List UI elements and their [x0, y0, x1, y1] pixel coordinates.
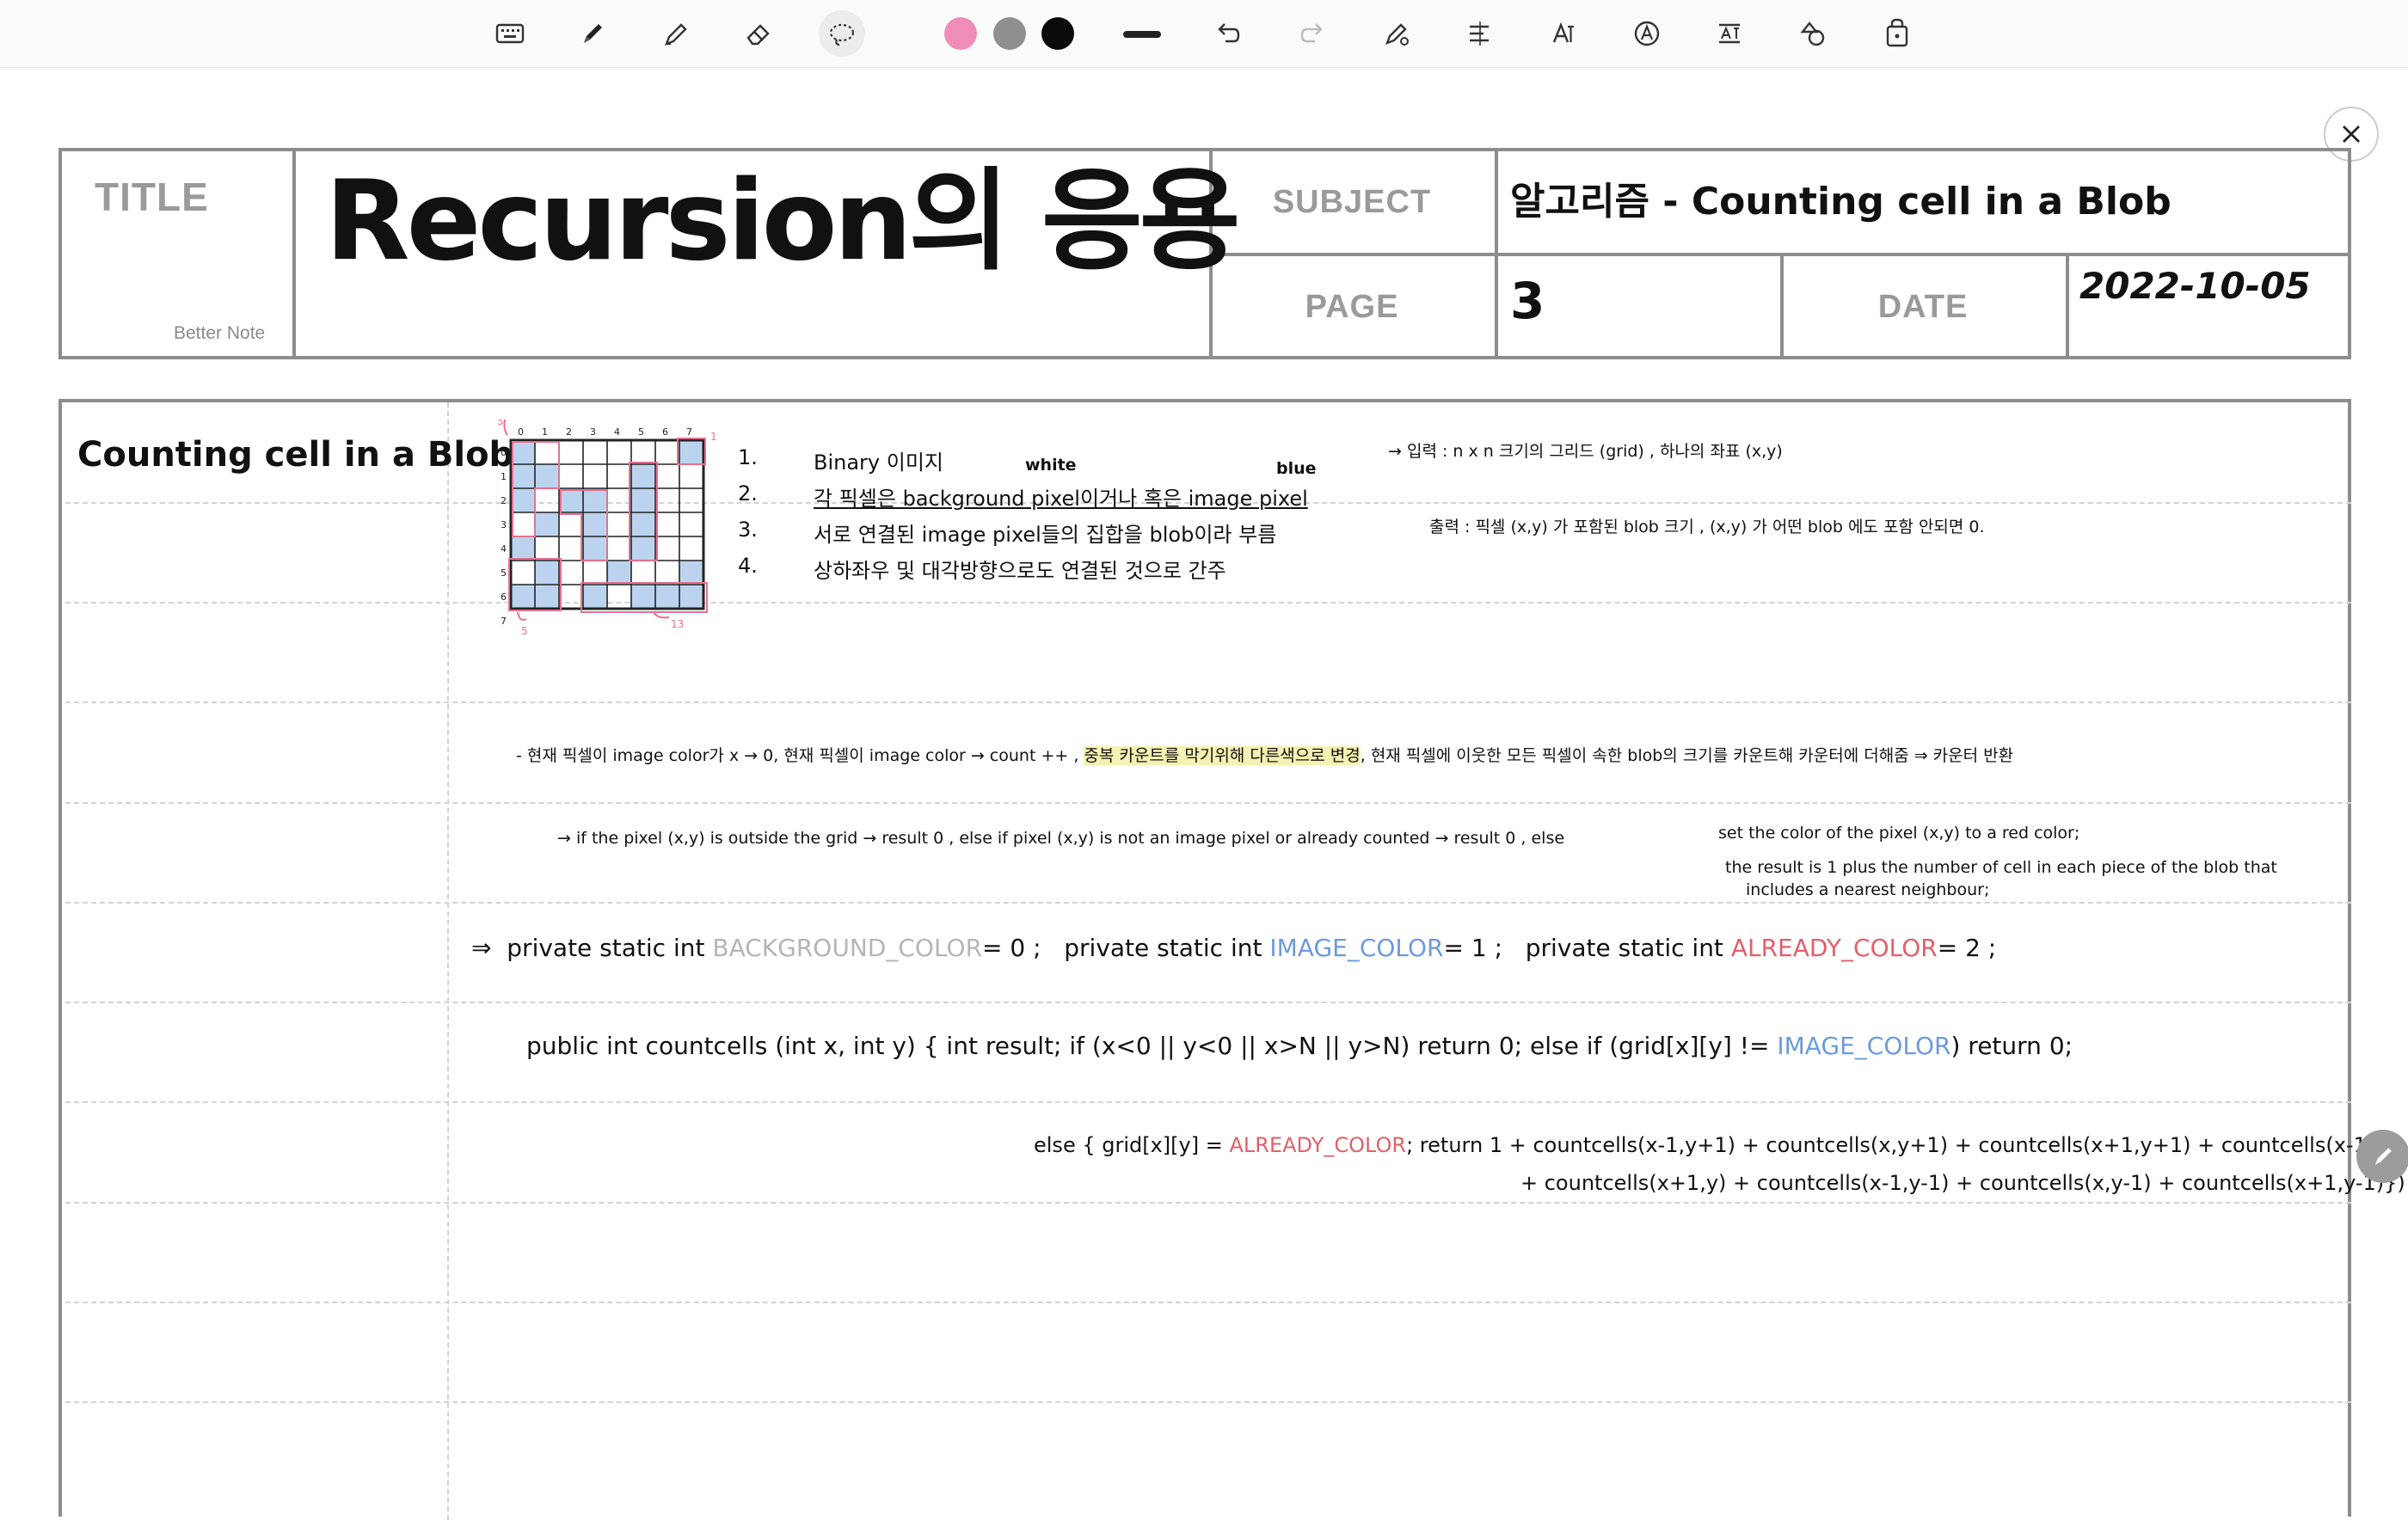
text-recognition-icon[interactable]	[1706, 10, 1753, 57]
color-swatch-grey[interactable]	[993, 17, 1026, 50]
ink-to-text-icon[interactable]	[1457, 10, 1503, 57]
output-description[interactable]: 출력 : 픽셀 (x,y) 가 포함된 blob 크기 , (x,y) 가 어떤…	[1429, 514, 1985, 537]
highlighter-icon[interactable]	[653, 10, 699, 57]
brand-label: Better Note	[174, 323, 266, 343]
list-num-2: 2.	[738, 481, 758, 506]
pen-settings-icon[interactable]	[1373, 10, 1420, 57]
grid-row-label: 3	[501, 519, 507, 530]
grid-row-label: 2	[501, 495, 507, 506]
grid-annotation: 5	[521, 625, 528, 637]
code-constants-line[interactable]: ⇒ private static int BACKGROUND_COLOR= 0…	[471, 934, 1996, 962]
lasso-icon[interactable]	[819, 10, 865, 57]
color-swatch-pink[interactable]	[944, 17, 977, 50]
code-return-line[interactable]: + countcells(x+1,y) + countcells(x-1,y-1…	[1520, 1171, 2405, 1195]
list-num-3: 3.	[738, 518, 758, 542]
grid-annotation: 5	[497, 420, 504, 427]
grid-row-label: 1	[501, 471, 507, 482]
grid-annotation: 1	[710, 431, 717, 443]
code-function-line[interactable]: public int countcells (int x, int y) { i…	[526, 1032, 2073, 1060]
cue-column-divider	[447, 402, 449, 1520]
header-table: TITLE Better Note Recursion의 응용 SUBJECT …	[58, 148, 2351, 359]
code-else-line[interactable]: else { grid[x][y] = ALREADY_COLOR; retur…	[1034, 1133, 2393, 1157]
title-label: TITLE	[95, 175, 209, 219]
grid-col-label: 5	[638, 426, 644, 438]
subject-value[interactable]: 알고리즘 - Counting cell in a Blob	[1510, 170, 2172, 225]
list-item-1[interactable]: Binary 이미지	[814, 445, 943, 475]
pseudocode-else-2[interactable]: the result is 1 plus the number of cell …	[1725, 858, 2277, 877]
grid-col-label: 7	[686, 426, 692, 438]
subject-label: SUBJECT	[1272, 184, 1432, 220]
page-value[interactable]: 3	[1510, 272, 1545, 330]
floating-pen-button[interactable]	[2356, 1130, 2408, 1183]
list-item-3[interactable]: 서로 연결된 image pixel들의 집합을 blob이라 부름	[814, 518, 1276, 548]
grid-col-label: 3	[590, 426, 596, 438]
list-item-2[interactable]: 각 픽셀은 background pixel이거나 혹은 image pixel	[814, 481, 1308, 512]
grid-row-label: 4	[501, 543, 507, 555]
date-value[interactable]: 2022-10-05	[2079, 265, 2311, 307]
page-title[interactable]: Recursion의 응용	[325, 167, 1240, 277]
list-num-1: 1.	[738, 445, 758, 469]
grid-annotation: 13	[671, 618, 684, 630]
grid-row-label: 5	[501, 567, 507, 579]
cue-heading[interactable]: Counting cell in a Blob	[77, 435, 513, 475]
close-icon	[2343, 126, 2360, 143]
pseudocode-line-1[interactable]: → if the pixel (x,y) is outside the grid…	[557, 829, 1564, 848]
toolbar	[0, 0, 2408, 68]
page-label: PAGE	[1305, 289, 1399, 325]
list-num-4: 4.	[738, 554, 758, 578]
keyboard-icon[interactable]	[487, 10, 533, 57]
list-item-4[interactable]: 상하좌우 및 대각방향으로도 연결된 것으로 간주	[814, 554, 1226, 584]
color-swatch-black[interactable]	[1041, 17, 1074, 50]
redo-icon[interactable]	[1290, 10, 1336, 57]
input-description[interactable]: → 입력 : n x n 크기의 그리드 (grid) , 하나의 좌표 (x,…	[1388, 438, 1783, 462]
eraser-icon[interactable]	[735, 10, 782, 57]
annotation-white: white	[1025, 456, 1077, 475]
undo-icon[interactable]	[1204, 10, 1250, 57]
pseudocode-else-3[interactable]: includes a nearest neighbour;	[1746, 880, 1989, 899]
pen-icon[interactable]	[569, 10, 616, 57]
grid-row-label: 0	[501, 447, 507, 458]
grid-col-label: 1	[542, 426, 548, 438]
shapes-icon[interactable]	[1790, 10, 1836, 57]
grid-col-label: 6	[662, 426, 668, 438]
grid-col-label: 0	[518, 426, 524, 438]
grid-row-label: 7	[501, 616, 507, 627]
grid-row-label: 6	[501, 591, 507, 603]
date-label: DATE	[1877, 289, 1969, 325]
grid-col-label: 4	[614, 426, 620, 438]
pseudocode-else-1[interactable]: set the color of the pixel (x,y) to a re…	[1718, 824, 2079, 843]
pen-icon	[2375, 1148, 2392, 1165]
shape-text-icon[interactable]	[1624, 10, 1670, 57]
text-icon[interactable]	[1539, 10, 1586, 57]
algorithm-line-1[interactable]: - 현재 픽셀이 image color가 x → 0, 현재 픽셀이 imag…	[516, 743, 2013, 766]
lock-icon[interactable]	[1873, 10, 1920, 57]
stroke-width-indicator[interactable]	[1123, 31, 1161, 38]
annotation-blue: blue	[1276, 459, 1317, 478]
notes-area[interactable]: Counting cell in a Blob 0 1 2 3 4 5 6 7 0 1 2 3 4…	[58, 399, 2405, 1520]
grid-col-label: 2	[566, 426, 572, 438]
